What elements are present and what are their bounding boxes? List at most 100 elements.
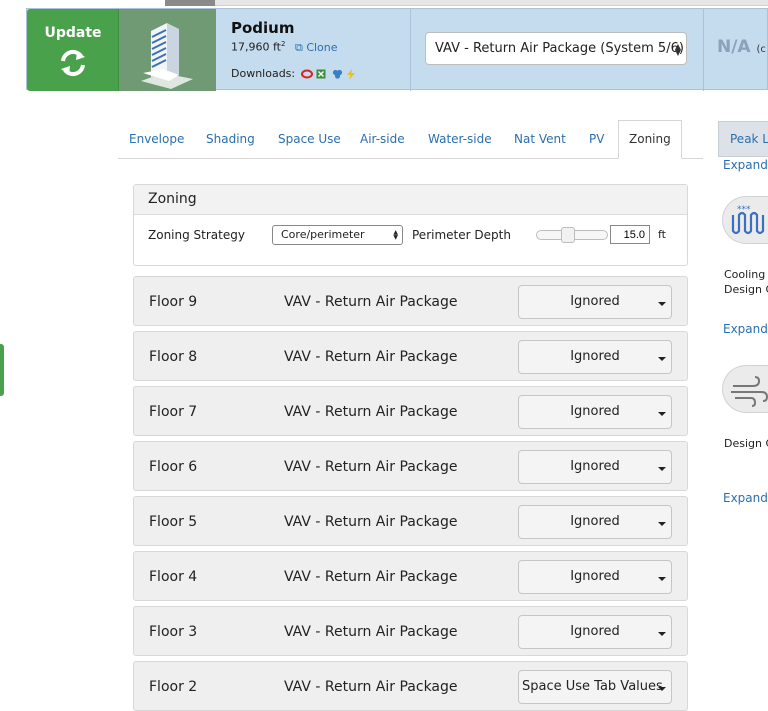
floor-status-value: Ignored (570, 514, 620, 529)
expand-link[interactable]: Expand A (723, 158, 768, 172)
update-label: Update (44, 25, 102, 41)
floor-name: Floor 8 (149, 349, 198, 365)
floor-name: Floor 7 (149, 404, 198, 420)
peak-loads-tab[interactable]: Peak Lo (718, 121, 768, 157)
system-select-value: VAV - Return Air Package (System 5/6) (435, 41, 684, 56)
floor-status-value: Ignored (570, 459, 620, 474)
zoning-strategy-value: Core/perimeter (281, 228, 365, 241)
cooling-design-label: Cooling Design C (724, 267, 768, 297)
clone-label: Clone (306, 40, 338, 54)
caret-down-icon (658, 522, 666, 526)
building-thumbnail[interactable] (119, 9, 216, 91)
building-area: 17,960 ft2 ⧉ Clone (231, 40, 411, 55)
floor-row: Floor 4 VAV - Return Air Package Ignored (133, 551, 688, 601)
floor-name: Floor 6 (149, 459, 198, 475)
floor-status-value: Ignored (570, 569, 620, 584)
floor-row: Floor 9 VAV - Return Air Package Ignored (133, 276, 688, 326)
copy-icon: ⧉ (294, 40, 303, 54)
floor-status-value: Ignored (570, 404, 620, 419)
floor-row: Floor 6 VAV - Return Air Package Ignored (133, 441, 688, 491)
slider-handle[interactable] (561, 227, 575, 243)
building-name: Podium (231, 19, 295, 37)
floor-system: VAV - Return Air Package (284, 404, 458, 420)
tab-nat-vent[interactable]: Nat Vent (514, 132, 566, 146)
floor-system: VAV - Return Air Package (284, 514, 458, 530)
floor-status-value: Space Use Tab Values (522, 679, 663, 694)
tab-air-side[interactable]: Air-side (360, 132, 405, 146)
tab-envelope[interactable]: Envelope (129, 132, 184, 146)
update-button[interactable]: Update (27, 9, 119, 91)
zoning-strategy-select[interactable]: Core/perimeter ▲ ▼ (272, 225, 403, 245)
floor-system: VAV - Return Air Package (284, 679, 458, 695)
downloads-label: Downloads: (231, 66, 296, 80)
wind-icon (722, 365, 768, 413)
floor-system: VAV - Return Air Package (284, 624, 458, 640)
floor-status-dropdown[interactable]: Ignored (518, 285, 672, 319)
peak-load-value: N/A (c (717, 37, 766, 57)
tab-pv[interactable]: PV (589, 132, 604, 146)
zoning-strategy-label: Zoning Strategy (148, 228, 245, 242)
tab-space-use[interactable]: Space Use (278, 132, 341, 146)
energy-download-icon[interactable] (347, 68, 357, 80)
tab-shading[interactable]: Shading (206, 132, 255, 146)
floor-name: Floor 4 (149, 569, 198, 585)
floor-status-dropdown[interactable]: Ignored (518, 505, 672, 539)
floor-status-dropdown[interactable]: Ignored (518, 615, 672, 649)
project-header: Update Podium 17,960 ft2 ⧉ Clone Downloa… (26, 8, 768, 91)
floor-row: Floor 7 VAV - Return Air Package Ignored (133, 386, 688, 436)
floor-status-dropdown[interactable]: Ignored (518, 450, 672, 484)
floor-status-dropdown[interactable]: Space Use Tab Values (518, 670, 672, 704)
system-select[interactable]: VAV - Return Air Package (System 5/6) ▲ ▼ (425, 32, 687, 65)
peak-loads-tab-label: Peak Lo (730, 132, 768, 146)
floor-system: VAV - Return Air Package (284, 459, 458, 475)
expand-link[interactable]: Expand c (723, 322, 768, 336)
perimeter-depth-unit: ft (658, 228, 666, 241)
header-divider (703, 9, 704, 91)
refresh-icon (61, 49, 85, 77)
floor-row: Floor 3 VAV - Return Air Package Ignored (133, 606, 688, 656)
perimeter-depth-input[interactable] (610, 225, 650, 244)
caret-down-icon (658, 357, 666, 361)
expand-link[interactable]: Expand c (723, 491, 768, 505)
gbxml-download-icon[interactable] (332, 69, 342, 79)
side-drawer-handle[interactable] (0, 344, 4, 396)
area-value: 17,960 ft (231, 40, 281, 54)
section-tabs: Envelope Shading Space Use Air-side Wate… (118, 120, 703, 159)
caret-down-icon (658, 687, 666, 691)
floor-system: VAV - Return Air Package (284, 349, 458, 365)
downloads-row: Downloads: (231, 67, 411, 80)
floor-name: Floor 2 (149, 679, 198, 695)
select-arrows-icon: ▲ ▼ (393, 229, 398, 241)
caret-down-icon (658, 412, 666, 416)
excel-download-icon[interactable] (316, 69, 326, 79)
top-strip-active (165, 0, 215, 6)
floor-name: Floor 9 (149, 294, 198, 310)
floor-row: Floor 5 VAV - Return Air Package Ignored (133, 496, 688, 546)
floor-system: VAV - Return Air Package (284, 569, 458, 585)
na-suffix: (c (756, 44, 766, 55)
svg-text:***: *** (737, 205, 751, 215)
header-divider (410, 9, 411, 91)
tab-water-side[interactable]: Water-side (428, 132, 492, 146)
floor-system: VAV - Return Air Package (284, 294, 458, 310)
floor-status-dropdown[interactable]: Ignored (518, 340, 672, 374)
floor-status-value: Ignored (570, 349, 620, 364)
zoning-panel-title: Zoning (134, 185, 687, 215)
floor-status-dropdown[interactable]: Ignored (518, 560, 672, 594)
perimeter-depth-label: Perimeter Depth (412, 228, 511, 242)
building-info: Podium 17,960 ft2 ⧉ Clone Downloads: (231, 19, 411, 80)
cooling-label-line2: Design C (724, 283, 768, 296)
idf-download-icon[interactable] (300, 69, 313, 79)
design-label: Design C (724, 437, 768, 450)
building-icon (141, 23, 193, 89)
floor-name: Floor 3 (149, 624, 198, 640)
tab-zoning[interactable]: Zoning (618, 120, 682, 159)
floor-status-value: Ignored (570, 624, 620, 639)
caret-down-icon (658, 302, 666, 306)
clone-link[interactable]: ⧉ Clone (295, 41, 338, 54)
area-exponent: 2 (280, 40, 286, 48)
perimeter-depth-slider[interactable] (536, 227, 608, 243)
floor-status-dropdown[interactable]: Ignored (518, 395, 672, 429)
na-value: N/A (717, 37, 751, 57)
floor-status-value: Ignored (570, 294, 620, 309)
